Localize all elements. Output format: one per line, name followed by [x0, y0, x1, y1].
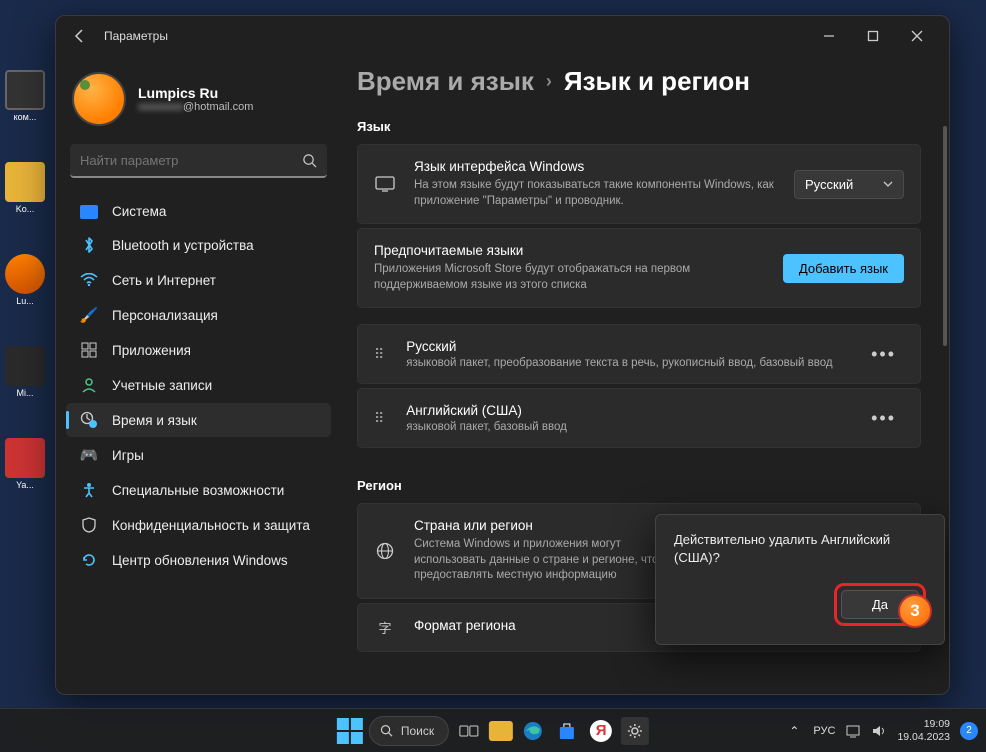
- windows-display-language-card: Язык интерфейса Windows На этом языке бу…: [357, 144, 921, 224]
- maximize-button[interactable]: [851, 20, 895, 52]
- breadcrumb-parent[interactable]: Время и язык: [357, 66, 534, 97]
- step-badge: 3: [898, 594, 932, 628]
- language-name: Английский (США): [406, 403, 843, 418]
- sidebar-item-gaming[interactable]: 🎮Игры: [66, 438, 331, 472]
- scrollbar[interactable]: [943, 126, 947, 346]
- minimize-button[interactable]: [807, 20, 851, 52]
- monitor-icon: [374, 176, 396, 192]
- edge-icon[interactable]: [519, 717, 547, 745]
- person-icon: [80, 376, 98, 394]
- task-view-icon[interactable]: [455, 717, 483, 745]
- profile-block[interactable]: Lumpics Ru xxxxxxxxx@hotmail.com: [62, 64, 335, 144]
- language-name: Русский: [406, 339, 843, 354]
- store-icon[interactable]: [553, 717, 581, 745]
- wifi-icon: [80, 271, 98, 289]
- update-icon: [80, 551, 98, 569]
- desktop-app-icon-2[interactable]: [5, 346, 45, 386]
- display-language-dropdown[interactable]: Русский: [794, 170, 904, 199]
- tray-clock[interactable]: 19:09 19.04.2023: [897, 718, 950, 743]
- card-title: Предпочитаемые языки: [374, 243, 765, 258]
- popup-text: Действительно удалить Английский (США)?: [674, 531, 926, 567]
- preferred-languages-card: Предпочитаемые языки Приложения Microsof…: [357, 228, 921, 308]
- system-icon: [80, 205, 98, 219]
- language-sub: языковой пакет, преобразование текста в …: [406, 357, 843, 369]
- settings-window: Параметры Lumpics Ru xxxxxxxxx@hotmail.c…: [55, 15, 950, 695]
- search-box[interactable]: [70, 144, 327, 178]
- back-button[interactable]: [66, 22, 94, 50]
- sidebar-item-update[interactable]: Центр обновления Windows: [66, 543, 331, 577]
- breadcrumb: Время и язык › Язык и регион: [357, 66, 921, 97]
- card-desc: Система Windows и приложения могут испол…: [414, 537, 674, 584]
- yandex-icon[interactable]: Я: [587, 717, 615, 745]
- apps-icon: [80, 341, 98, 359]
- sidebar-item-system[interactable]: Система: [66, 196, 331, 227]
- desktop-folder-icon[interactable]: [5, 162, 45, 202]
- desktop-icons: ком... Kо... Lu... Mi... Ya...: [0, 50, 50, 490]
- taskbar: Поиск Я ⌃ РУС 19:09 19.04.2023 2: [0, 708, 986, 752]
- sidebar-item-accessibility[interactable]: Специальные возможности: [66, 473, 331, 507]
- close-button[interactable]: [895, 20, 939, 52]
- add-language-button[interactable]: Добавить язык: [783, 254, 904, 283]
- explorer-icon[interactable]: [489, 721, 513, 741]
- window-title: Параметры: [104, 29, 168, 43]
- shield-icon: [80, 516, 98, 534]
- start-button[interactable]: [337, 718, 363, 744]
- volume-icon[interactable]: [871, 724, 887, 738]
- notification-badge[interactable]: 2: [960, 722, 978, 740]
- card-title: Язык интерфейса Windows: [414, 159, 776, 174]
- language-item-english: ⠿ Английский (США) языковой пакет, базов…: [357, 388, 921, 448]
- chevron-down-icon: [883, 181, 893, 187]
- globe-icon: [374, 542, 396, 560]
- titlebar: Параметры: [56, 16, 949, 56]
- chevron-right-icon: ›: [546, 71, 552, 92]
- sidebar-item-accounts[interactable]: Учетные записи: [66, 368, 331, 402]
- avatar: [72, 72, 126, 126]
- more-options-button[interactable]: •••: [863, 404, 904, 433]
- profile-name: Lumpics Ru: [138, 85, 253, 101]
- desktop-label: ком...: [0, 112, 50, 122]
- globe-clock-icon: [80, 411, 98, 429]
- search-input[interactable]: [80, 153, 302, 168]
- section-region-label: Регион: [357, 478, 921, 493]
- gamepad-icon: 🎮: [80, 446, 98, 464]
- card-desc: На этом языке будут показываться такие к…: [414, 178, 776, 209]
- more-options-button[interactable]: •••: [863, 340, 904, 369]
- sidebar-item-apps[interactable]: Приложения: [66, 333, 331, 367]
- main-content: Время и язык › Язык и регион Язык Язык и…: [341, 56, 949, 694]
- search-icon: [380, 724, 393, 737]
- search-icon: [302, 153, 317, 168]
- section-language-label: Язык: [357, 119, 921, 134]
- sidebar-item-personalization[interactable]: 🖌️Персонализация: [66, 298, 331, 332]
- brush-icon: 🖌️: [80, 306, 98, 324]
- drag-handle-icon[interactable]: ⠿: [374, 351, 386, 357]
- sidebar-item-network[interactable]: Сеть и Интернет: [66, 263, 331, 297]
- nav-list: Система Bluetooth и устройства Сеть и Ин…: [62, 196, 335, 577]
- language-sub: языковой пакет, базовый ввод: [406, 421, 843, 433]
- card-desc: Приложения Microsoft Store будут отображ…: [374, 262, 765, 293]
- keyboard-language[interactable]: РУС: [813, 725, 835, 737]
- network-icon[interactable]: [845, 724, 861, 738]
- profile-email: xxxxxxxxx@hotmail.com: [138, 101, 253, 113]
- tray-chevron-icon[interactable]: ⌃: [785, 720, 803, 742]
- desktop-computer-icon[interactable]: [5, 70, 45, 110]
- desktop-app-icon-3[interactable]: [5, 438, 45, 478]
- letter-icon: 字: [374, 618, 396, 637]
- bluetooth-icon: [80, 236, 98, 254]
- taskbar-search[interactable]: Поиск: [369, 716, 449, 746]
- sidebar-item-time-language[interactable]: Время и язык: [66, 403, 331, 437]
- breadcrumb-current: Язык и регион: [564, 66, 750, 97]
- sidebar-item-privacy[interactable]: Конфиденциальность и защита: [66, 508, 331, 542]
- desktop-app-icon[interactable]: [5, 254, 45, 294]
- sidebar-item-bluetooth[interactable]: Bluetooth и устройства: [66, 228, 331, 262]
- settings-icon[interactable]: [621, 717, 649, 745]
- language-item-russian: ⠿ Русский языковой пакет, преобразование…: [357, 324, 921, 384]
- sidebar: Lumpics Ru xxxxxxxxx@hotmail.com Система…: [56, 56, 341, 694]
- accessibility-icon: [80, 481, 98, 499]
- confirm-delete-popup: Действительно удалить Английский (США)? …: [655, 514, 945, 645]
- drag-handle-icon[interactable]: ⠿: [374, 415, 386, 421]
